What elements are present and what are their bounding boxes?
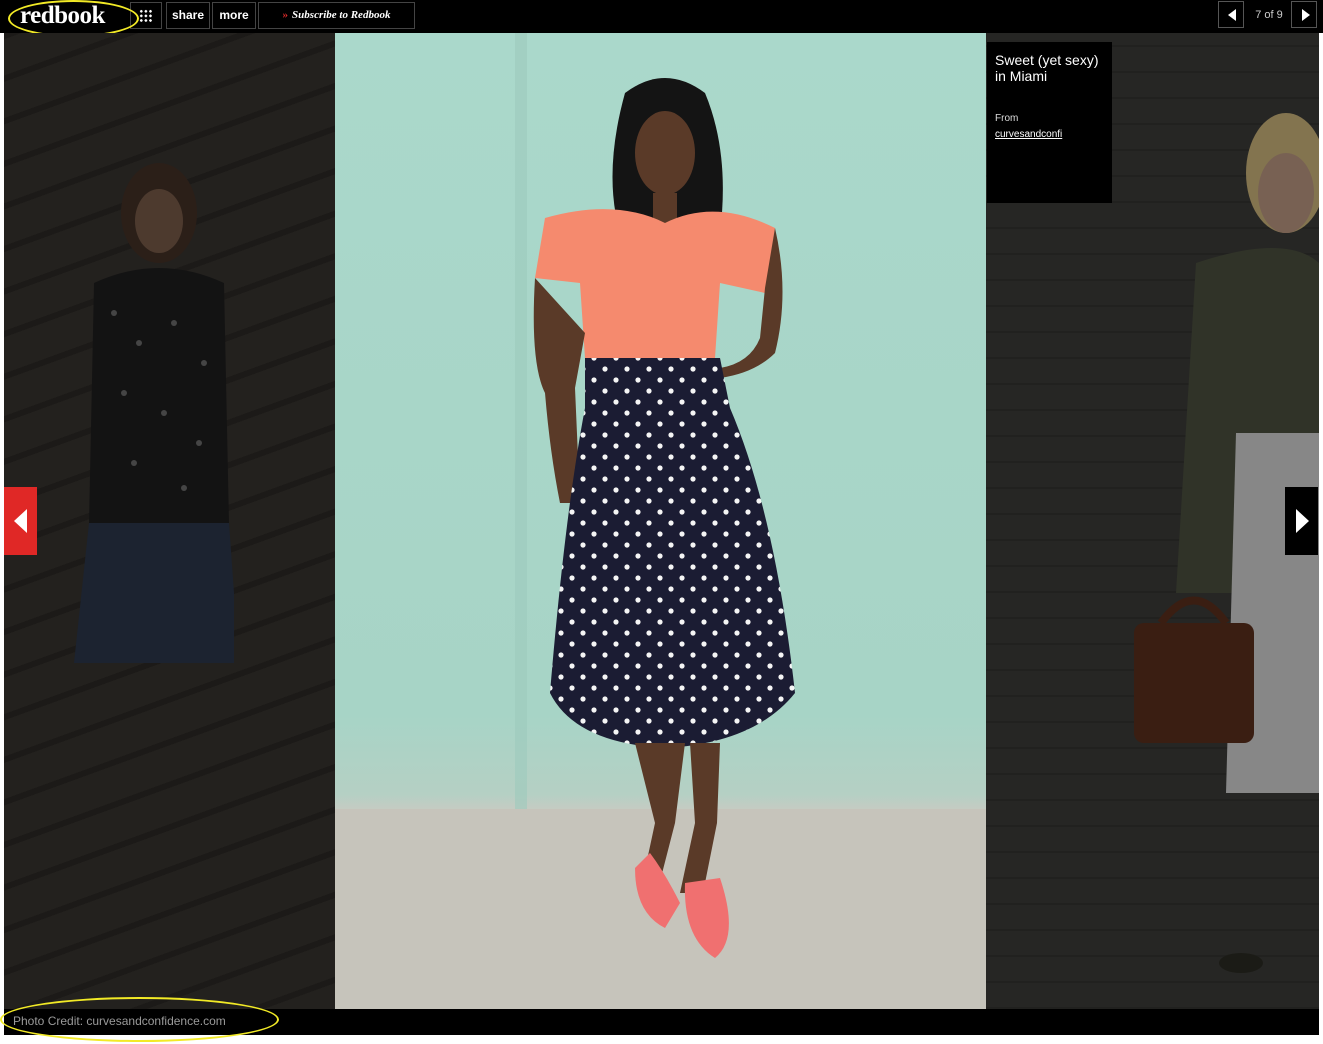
top-bar: redbook share more » Subscribe to Redbook… xyxy=(0,0,1323,33)
main-slide-photo xyxy=(335,33,986,1009)
grid-menu-button[interactable] xyxy=(130,2,162,29)
redbook-logo[interactable]: redbook xyxy=(20,2,105,30)
triangle-right-icon xyxy=(1302,9,1310,21)
slide-title: Sweet (yet sexy) in Miami xyxy=(995,52,1099,84)
more-button[interactable]: more xyxy=(212,2,256,29)
next-slide-button[interactable] xyxy=(1291,1,1317,28)
prev-slide-arrow[interactable] xyxy=(4,487,37,555)
slide-caption-box: Sweet (yet sexy) in Miami From curvesand… xyxy=(987,42,1112,203)
share-button[interactable]: share xyxy=(166,2,210,29)
arrow-left-icon xyxy=(14,509,27,533)
triangle-left-icon xyxy=(1228,9,1236,21)
from-label: From xyxy=(995,113,1019,124)
prev-slide-button[interactable] xyxy=(1218,1,1244,28)
double-chevron-icon: » xyxy=(282,9,289,21)
woman-polka-dot-skirt-image xyxy=(335,33,986,1009)
grid-icon xyxy=(139,9,153,23)
subscribe-label: Subscribe to Redbook xyxy=(292,9,391,21)
photo-credit: Photo Credit: curvesandconfidence.com xyxy=(13,1014,226,1028)
arrow-right-icon xyxy=(1296,509,1309,533)
source-link[interactable]: curvesandconfi xyxy=(995,129,1110,140)
photo-credit-bar: Photo Credit: curvesandconfidence.com xyxy=(4,1009,1319,1035)
next-slide-arrow[interactable] xyxy=(1285,487,1318,555)
slide-counter: 7 of 9 xyxy=(1255,9,1283,21)
subscribe-button[interactable]: » Subscribe to Redbook xyxy=(258,2,415,29)
gallery-stage xyxy=(4,33,1319,1009)
